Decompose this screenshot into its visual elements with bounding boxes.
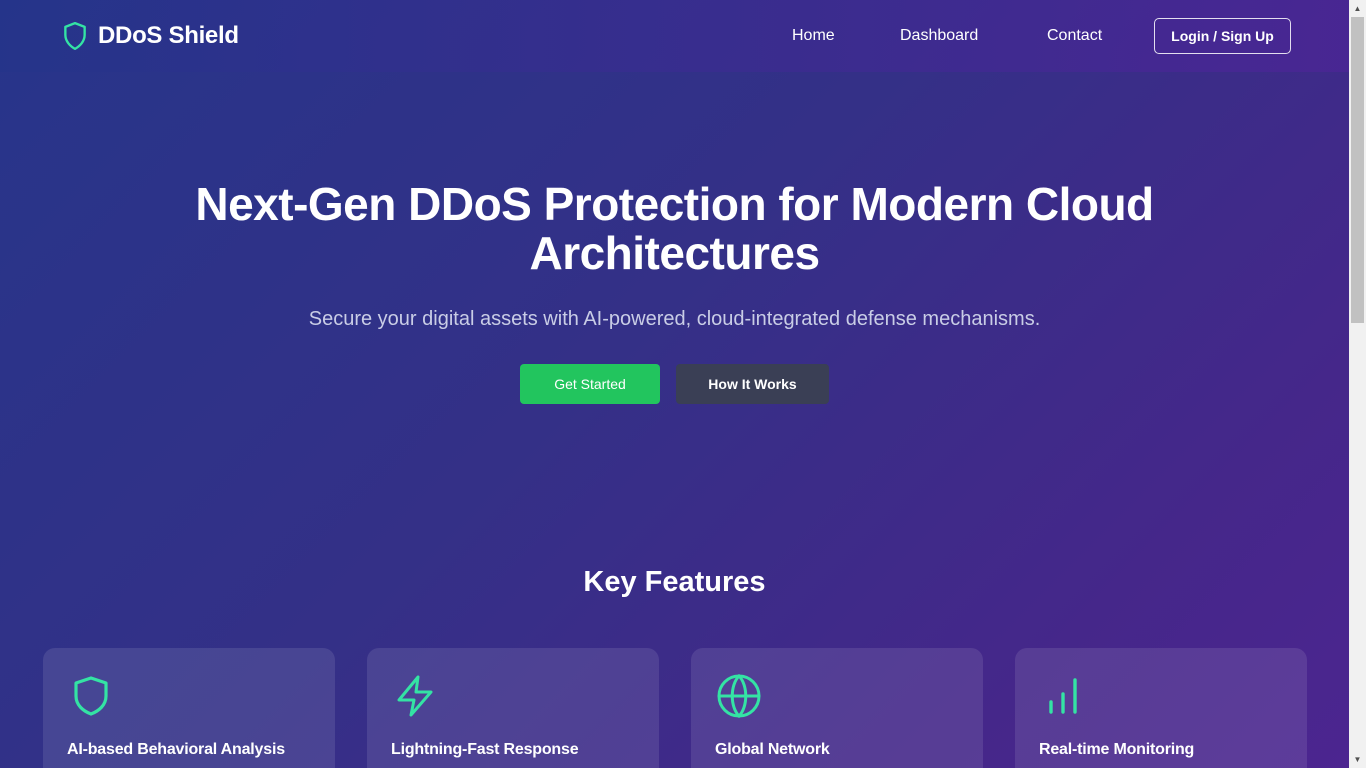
bar-chart-icon [1039, 672, 1087, 720]
features-heading: Key Features [583, 566, 766, 598]
nav-links: Home Dashboard Contact [0, 24, 1349, 48]
feature-card-monitoring: Real-time Monitoring [1015, 648, 1307, 768]
hero-title-line-1: Next-Gen DDoS Protection for Modern Clou… [195, 178, 1154, 230]
get-started-button[interactable]: Get Started [520, 364, 660, 404]
hero-title-line-2: Architectures [529, 227, 820, 279]
feature-title: AI-based Behavioral Analysis [67, 741, 285, 758]
nav-link-contact[interactable]: Contact [1047, 24, 1102, 48]
feature-title: Lightning-Fast Response [391, 741, 579, 758]
page: DDoS Shield Home Dashboard Contact Login… [0, 0, 1349, 768]
feature-card-global-network: Global Network [691, 648, 983, 768]
globe-icon [715, 672, 763, 720]
hero-title: Next-Gen DDoS Protection for Modern Clou… [0, 180, 1349, 278]
scrollbar-thumb[interactable] [1351, 17, 1364, 323]
scroll-down-arrow-icon[interactable]: ▼ [1349, 751, 1366, 768]
shield-icon [67, 672, 115, 720]
scroll-up-arrow-icon[interactable]: ▲ [1349, 0, 1366, 17]
feature-title: Global Network [715, 741, 830, 758]
lightning-icon [391, 672, 439, 720]
nav-link-home[interactable]: Home [792, 24, 835, 48]
login-signup-button[interactable]: Login / Sign Up [1154, 18, 1291, 54]
how-it-works-button[interactable]: How It Works [676, 364, 829, 404]
nav-link-dashboard[interactable]: Dashboard [900, 24, 978, 48]
feature-card-ai-analysis: AI-based Behavioral Analysis [43, 648, 335, 768]
feature-title: Real-time Monitoring [1039, 741, 1195, 758]
navbar: DDoS Shield Home Dashboard Contact Login… [0, 0, 1349, 72]
feature-card-fast-response: Lightning-Fast Response [367, 648, 659, 768]
hero-subtitle: Secure your digital assets with AI-power… [308, 308, 1041, 330]
vertical-scrollbar[interactable]: ▲ ▼ [1349, 0, 1366, 768]
